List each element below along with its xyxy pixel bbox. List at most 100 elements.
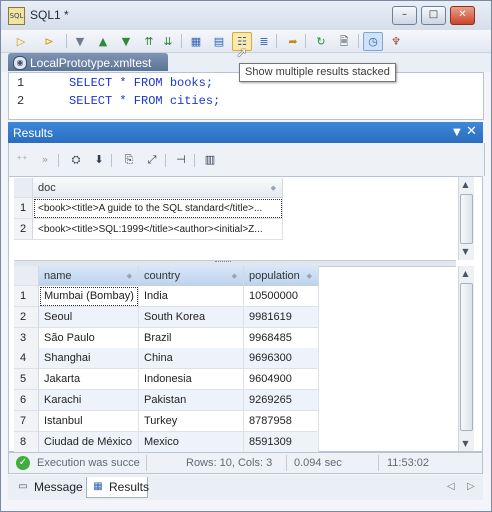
- chart-icon[interactable]: ▥: [201, 152, 219, 168]
- toolbar-separator: [305, 34, 306, 48]
- row-number[interactable]: 3: [14, 327, 39, 349]
- scroll-down-arrow[interactable]: ▼: [458, 436, 473, 451]
- table-cell-country[interactable]: Mexico: [139, 431, 244, 453]
- row-number[interactable]: 4: [14, 348, 39, 370]
- maximize-button[interactable]: □: [421, 6, 446, 25]
- title-bar[interactable]: [1, 1, 491, 30]
- row-number[interactable]: 6: [14, 390, 39, 411]
- move-down-icon[interactable]: ▼: [116, 32, 136, 51]
- results-pane-title: Results: [13, 126, 54, 140]
- row-number[interactable]: 5: [14, 369, 39, 391]
- database-icon: ◉: [13, 56, 27, 70]
- pin-icon[interactable]: ⊣: [172, 152, 190, 168]
- splitter-grip[interactable]: [215, 261, 231, 264]
- close-icon[interactable]: ✕: [466, 124, 477, 139]
- move-top-icon[interactable]: ⇈: [139, 32, 159, 51]
- table-cell-doc[interactable]: <book><title>SQL:1999</title><author><in…: [33, 219, 283, 240]
- grid-view-icon[interactable]: ▦: [186, 32, 206, 51]
- table-cell-name[interactable]: Istanbul: [39, 410, 139, 432]
- table-cell-name[interactable]: Ciudad de México: [39, 431, 139, 453]
- next-result-icon[interactable]: »: [36, 152, 54, 168]
- execute-step-icon[interactable]: ⊳: [39, 32, 59, 51]
- column-header-doc[interactable]: doc ◆: [33, 178, 283, 198]
- table-cell-name[interactable]: Mumbai (Bombay): [39, 286, 139, 307]
- maximize-results-icon[interactable]: ⤢: [143, 152, 161, 168]
- grid-icon: ▦: [93, 481, 103, 492]
- row-number[interactable]: 8: [14, 431, 39, 453]
- table-cell-population[interactable]: 9981619: [244, 306, 319, 328]
- chevron-down-icon[interactable]: ▼: [453, 127, 461, 138]
- toolbar-separator: [66, 34, 67, 48]
- table-cell-name[interactable]: Jakarta: [39, 369, 139, 391]
- tab-scroll-right-icon[interactable]: ▷: [467, 481, 475, 492]
- previous-result-icon[interactable]: ⁺⁺: [13, 152, 31, 168]
- rows-cols-count: Rows: 10, Cols: 3: [186, 457, 273, 469]
- message-icon: ▭: [18, 481, 28, 492]
- tab-results[interactable]: ▦ Results: [86, 477, 150, 498]
- row-number[interactable]: 2: [14, 219, 33, 240]
- table-cell-country[interactable]: India: [139, 286, 244, 307]
- code-line: SELECT * FROM cities;: [69, 94, 221, 108]
- scroll-thumb[interactable]: [460, 283, 473, 431]
- table-cell-population[interactable]: 9269265: [244, 390, 319, 411]
- table-cell-country[interactable]: China: [139, 348, 244, 370]
- grid-corner[interactable]: [14, 266, 39, 286]
- table-cell-country[interactable]: Brazil: [139, 327, 244, 349]
- export-icon[interactable]: ⬇: [90, 152, 108, 168]
- tree-icon[interactable]: ♆: [386, 32, 406, 51]
- close-button[interactable]: ✕: [450, 6, 475, 25]
- column-header-name[interactable]: name ◆: [39, 266, 139, 286]
- sort-icon[interactable]: ◆: [307, 266, 312, 286]
- scroll-up-arrow[interactable]: ▲: [458, 177, 473, 192]
- scroll-down-arrow[interactable]: ▼: [458, 244, 473, 259]
- success-check-icon: ✓: [16, 456, 30, 470]
- script-icon[interactable]: 🗎: [334, 32, 354, 51]
- table-cell-population[interactable]: 9968485: [244, 327, 319, 349]
- table-cell-doc[interactable]: <book><title>A guide to the SQL standard…: [33, 198, 283, 219]
- tab-message[interactable]: ▭ Message: [12, 477, 82, 498]
- tab-results-label: Results: [109, 480, 150, 494]
- tab-scroll-left-icon[interactable]: ◁: [447, 481, 455, 492]
- table-cell-population[interactable]: 9696300: [244, 348, 319, 370]
- sort-icon[interactable]: ◆: [271, 178, 276, 198]
- find-in-results-icon[interactable]: ⛭: [67, 152, 85, 168]
- row-number[interactable]: 1: [14, 198, 33, 219]
- table-cell-name[interactable]: Shanghai: [39, 348, 139, 370]
- grid-corner[interactable]: [14, 178, 33, 198]
- stop-icon[interactable]: ▼: [70, 32, 90, 51]
- sort-icon[interactable]: ◆: [232, 266, 237, 286]
- scroll-up-arrow[interactable]: ▲: [458, 266, 473, 281]
- execute-icon[interactable]: ▷: [11, 32, 31, 51]
- table-cell-country[interactable]: Pakistan: [139, 390, 244, 411]
- move-up-icon[interactable]: ▲: [93, 32, 113, 51]
- table-cell-population[interactable]: 8591309: [244, 431, 319, 453]
- table-cell-country[interactable]: Indonesia: [139, 369, 244, 391]
- column-header-country[interactable]: country ◆: [139, 266, 244, 286]
- autocommit-icon[interactable]: ◷: [363, 32, 383, 51]
- tabbed-results-icon[interactable]: ▤: [209, 32, 229, 51]
- mouse-cursor: ➚: [236, 45, 248, 61]
- execution-time: 0.094 sec: [294, 457, 342, 469]
- table-cell-name[interactable]: São Paulo: [39, 327, 139, 349]
- table-cell-name[interactable]: Karachi: [39, 390, 139, 411]
- row-number[interactable]: 7: [14, 410, 39, 432]
- move-bottom-icon[interactable]: ⇊: [158, 32, 178, 51]
- minimize-button[interactable]: –: [392, 6, 417, 25]
- table-cell-country[interactable]: Turkey: [139, 410, 244, 432]
- scroll-thumb[interactable]: [460, 194, 473, 244]
- copy-cell-icon[interactable]: ⎘: [120, 152, 138, 168]
- sql-file-icon: SQL: [8, 7, 25, 25]
- table-cell-population[interactable]: 9604900: [244, 369, 319, 391]
- sort-icon[interactable]: ◆: [127, 266, 132, 286]
- row-number[interactable]: 2: [14, 306, 39, 328]
- text-view-icon[interactable]: ≣: [254, 32, 274, 51]
- column-header-population[interactable]: population ◆: [244, 266, 319, 286]
- row-number[interactable]: 1: [14, 286, 39, 307]
- open-file-icon[interactable]: ➦: [283, 32, 303, 51]
- refresh-icon[interactable]: ↻: [311, 32, 331, 51]
- table-cell-population[interactable]: 10500000: [244, 286, 319, 307]
- toolbar-separator: [358, 34, 359, 48]
- table-cell-country[interactable]: South Korea: [139, 306, 244, 328]
- table-cell-name[interactable]: Seoul: [39, 306, 139, 328]
- table-cell-population[interactable]: 8787958: [244, 410, 319, 432]
